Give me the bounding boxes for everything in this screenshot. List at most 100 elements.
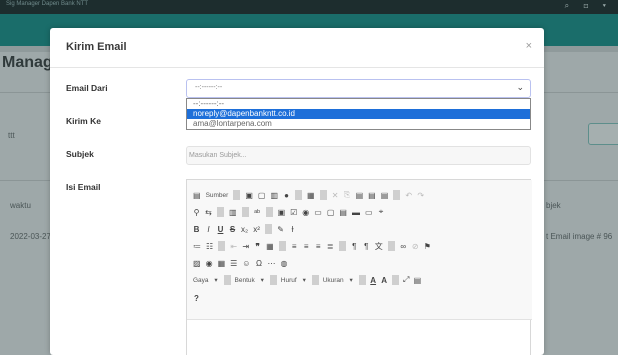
checkbox-icon[interactable]: ☑ xyxy=(290,208,297,217)
show-blocks-icon[interactable]: ▤ xyxy=(414,276,422,285)
maximize-icon[interactable]: ⤢ xyxy=(403,275,410,285)
bg-color-icon[interactable]: A xyxy=(381,276,388,285)
send-to-label: Kirim Ke xyxy=(66,116,101,126)
div-icon[interactable]: ▦ xyxy=(266,242,274,251)
bg-column-label: ttt xyxy=(8,131,15,140)
bg-row-date: 2022-03-27 xyxy=(10,232,51,241)
email-from-value: --:------:-- xyxy=(195,84,223,91)
numbered-list-icon[interactable]: ≔ xyxy=(193,242,201,251)
size-dropdown-arrow[interactable]: ▾ xyxy=(348,276,355,284)
email-from-dropdown: --:------:-- noreply@dapenbankntt.co.id … xyxy=(186,98,531,130)
redo-icon[interactable]: ↷ xyxy=(417,191,424,200)
subject-input[interactable]: Masukan Subjek... xyxy=(186,146,531,165)
bg-column-waktu: waktu xyxy=(10,201,31,210)
dropdown-option-selected[interactable]: noreply@dapenbankntt.co.id xyxy=(187,109,530,119)
image-button-icon[interactable]: ▭ xyxy=(365,208,373,217)
radio-icon[interactable]: ◉ xyxy=(302,208,309,217)
align-left-icon[interactable]: ≡ xyxy=(291,242,298,251)
send-email-modal: Kirim Email × Email Dari Kirim Ke Subjek… xyxy=(50,28,544,355)
blockquote-icon[interactable]: ❞ xyxy=(254,242,261,251)
button-icon[interactable]: ▬ xyxy=(352,208,360,217)
remove-format-icon[interactable]: Ɨ xyxy=(289,225,296,234)
templates-icon[interactable]: ▦ xyxy=(307,191,315,200)
copy-icon[interactable]: ⎘ xyxy=(344,190,351,200)
table-icon[interactable]: ▦ xyxy=(218,259,226,268)
body-label: Isi Email xyxy=(66,182,101,192)
cut-icon[interactable]: ✕ xyxy=(332,191,339,200)
close-icon[interactable]: × xyxy=(526,40,532,52)
paste-icon[interactable]: ▤ xyxy=(356,191,364,200)
dropdown-option[interactable]: --:------:-- xyxy=(187,99,530,109)
save-icon[interactable]: ▣ xyxy=(245,191,253,200)
anchor-icon[interactable]: ⚑ xyxy=(424,242,431,251)
font-dropdown[interactable]: Huruf xyxy=(281,277,297,284)
select-icon[interactable]: ▤ xyxy=(339,208,347,217)
bullet-list-icon[interactable]: ☷ xyxy=(206,242,213,251)
spellcheck-icon[interactable]: ᵃᵇ xyxy=(254,208,261,217)
topbar-icons: ⌕ ⊡ ▾ xyxy=(564,1,612,10)
page-break-icon[interactable]: ⋯ xyxy=(267,259,275,268)
align-center-icon[interactable]: ≡ xyxy=(303,242,310,251)
source-button[interactable]: Sumber xyxy=(206,192,229,199)
textfield-icon[interactable]: ▭ xyxy=(314,208,322,217)
underline-icon[interactable]: U xyxy=(217,225,224,234)
font-dropdown-arrow[interactable]: ▾ xyxy=(301,276,308,284)
outdent-icon[interactable]: ⇤ xyxy=(230,242,237,251)
source-icon[interactable]: ▤ xyxy=(193,191,201,200)
bg-row-subjek: t Email image # 96 xyxy=(546,232,613,241)
email-from-select[interactable]: --:------:-- ⌄ xyxy=(186,79,531,98)
modal-title: Kirim Email xyxy=(66,41,127,53)
app-topbar-title: Sig Manager Dapen Bank NTT xyxy=(6,1,89,7)
find-icon[interactable]: ⚲ xyxy=(193,208,200,217)
editor-toolbar: ▤ Sumber ▣ ▢ ▥ ● ▦ ✕ ⎘ ▤ ▤ ▤ ↶ ↷ ⚲ ⇆ ▥ ᵃ… xyxy=(187,180,532,320)
style-dropdown-arrow[interactable]: ▾ xyxy=(213,276,220,284)
size-dropdown[interactable]: Ukuran xyxy=(323,277,344,284)
dropdown-option[interactable]: ama@lontarpena.com xyxy=(187,119,530,129)
smiley-icon[interactable]: ☺ xyxy=(242,259,250,268)
hidden-field-icon[interactable]: ⌖ xyxy=(378,207,385,217)
subscript-icon[interactable]: x₂ xyxy=(241,225,248,234)
chevron-down-icon: ⌄ xyxy=(516,82,524,92)
modal-header: Kirim Email × xyxy=(50,28,544,68)
email-from-label: Email Dari xyxy=(66,83,108,93)
subject-label: Subjek xyxy=(66,149,94,159)
select-all-icon[interactable]: ▥ xyxy=(229,208,237,217)
bg-column-subjek: bjek xyxy=(546,201,561,210)
image-icon[interactable]: ▨ xyxy=(193,259,201,268)
replace-icon[interactable]: ⇆ xyxy=(205,208,212,217)
horizontal-line-icon[interactable]: ☰ xyxy=(230,259,237,268)
help-icon[interactable]: ? xyxy=(193,294,200,303)
textarea-icon[interactable]: ▢ xyxy=(327,208,335,217)
bg-button xyxy=(588,123,618,145)
align-justify-icon[interactable]: ≣ xyxy=(327,242,334,251)
strike-icon[interactable]: S xyxy=(229,225,236,234)
format-dropdown-arrow[interactable]: ▾ xyxy=(259,276,266,284)
subject-placeholder: Masukan Subjek... xyxy=(189,152,247,159)
align-right-icon[interactable]: ≡ xyxy=(315,242,322,251)
unlink-icon[interactable]: ⊘ xyxy=(412,242,419,251)
paste-text-icon[interactable]: ▤ xyxy=(368,191,376,200)
flash-icon[interactable]: ◉ xyxy=(206,259,213,268)
italic-icon[interactable]: I xyxy=(205,225,212,234)
email-body-editor[interactable]: ▤ Sumber ▣ ▢ ▥ ● ▦ ✕ ⎘ ▤ ▤ ▤ ↶ ↷ ⚲ ⇆ ▥ ᵃ… xyxy=(186,179,532,355)
text-color-icon[interactable]: A xyxy=(370,276,377,285)
style-dropdown[interactable]: Gaya xyxy=(193,277,209,284)
print-icon[interactable]: ● xyxy=(283,191,290,200)
format-dropdown[interactable]: Bentuk xyxy=(235,277,255,284)
bold-icon[interactable]: B xyxy=(193,225,200,234)
new-page-icon[interactable]: ▢ xyxy=(258,191,266,200)
app-topbar: Sig Manager Dapen Bank NTT ⌕ ⊡ ▾ xyxy=(0,0,618,14)
copy-format-icon[interactable]: ✎ xyxy=(277,225,284,234)
special-char-icon[interactable]: Ω xyxy=(255,259,262,268)
iframe-icon[interactable]: ◍ xyxy=(280,259,287,268)
language-icon[interactable]: 文 xyxy=(375,241,383,252)
superscript-icon[interactable]: x² xyxy=(253,225,260,234)
undo-icon[interactable]: ↶ xyxy=(405,191,412,200)
indent-icon[interactable]: ⇥ xyxy=(242,242,249,251)
ltr-icon[interactable]: ¶ xyxy=(351,242,358,251)
rtl-icon[interactable]: ¶ xyxy=(363,242,370,251)
form-icon[interactable]: ▣ xyxy=(278,208,286,217)
preview-icon[interactable]: ▥ xyxy=(270,191,278,200)
paste-word-icon[interactable]: ▤ xyxy=(381,191,389,200)
link-icon[interactable]: ∞ xyxy=(400,242,407,251)
